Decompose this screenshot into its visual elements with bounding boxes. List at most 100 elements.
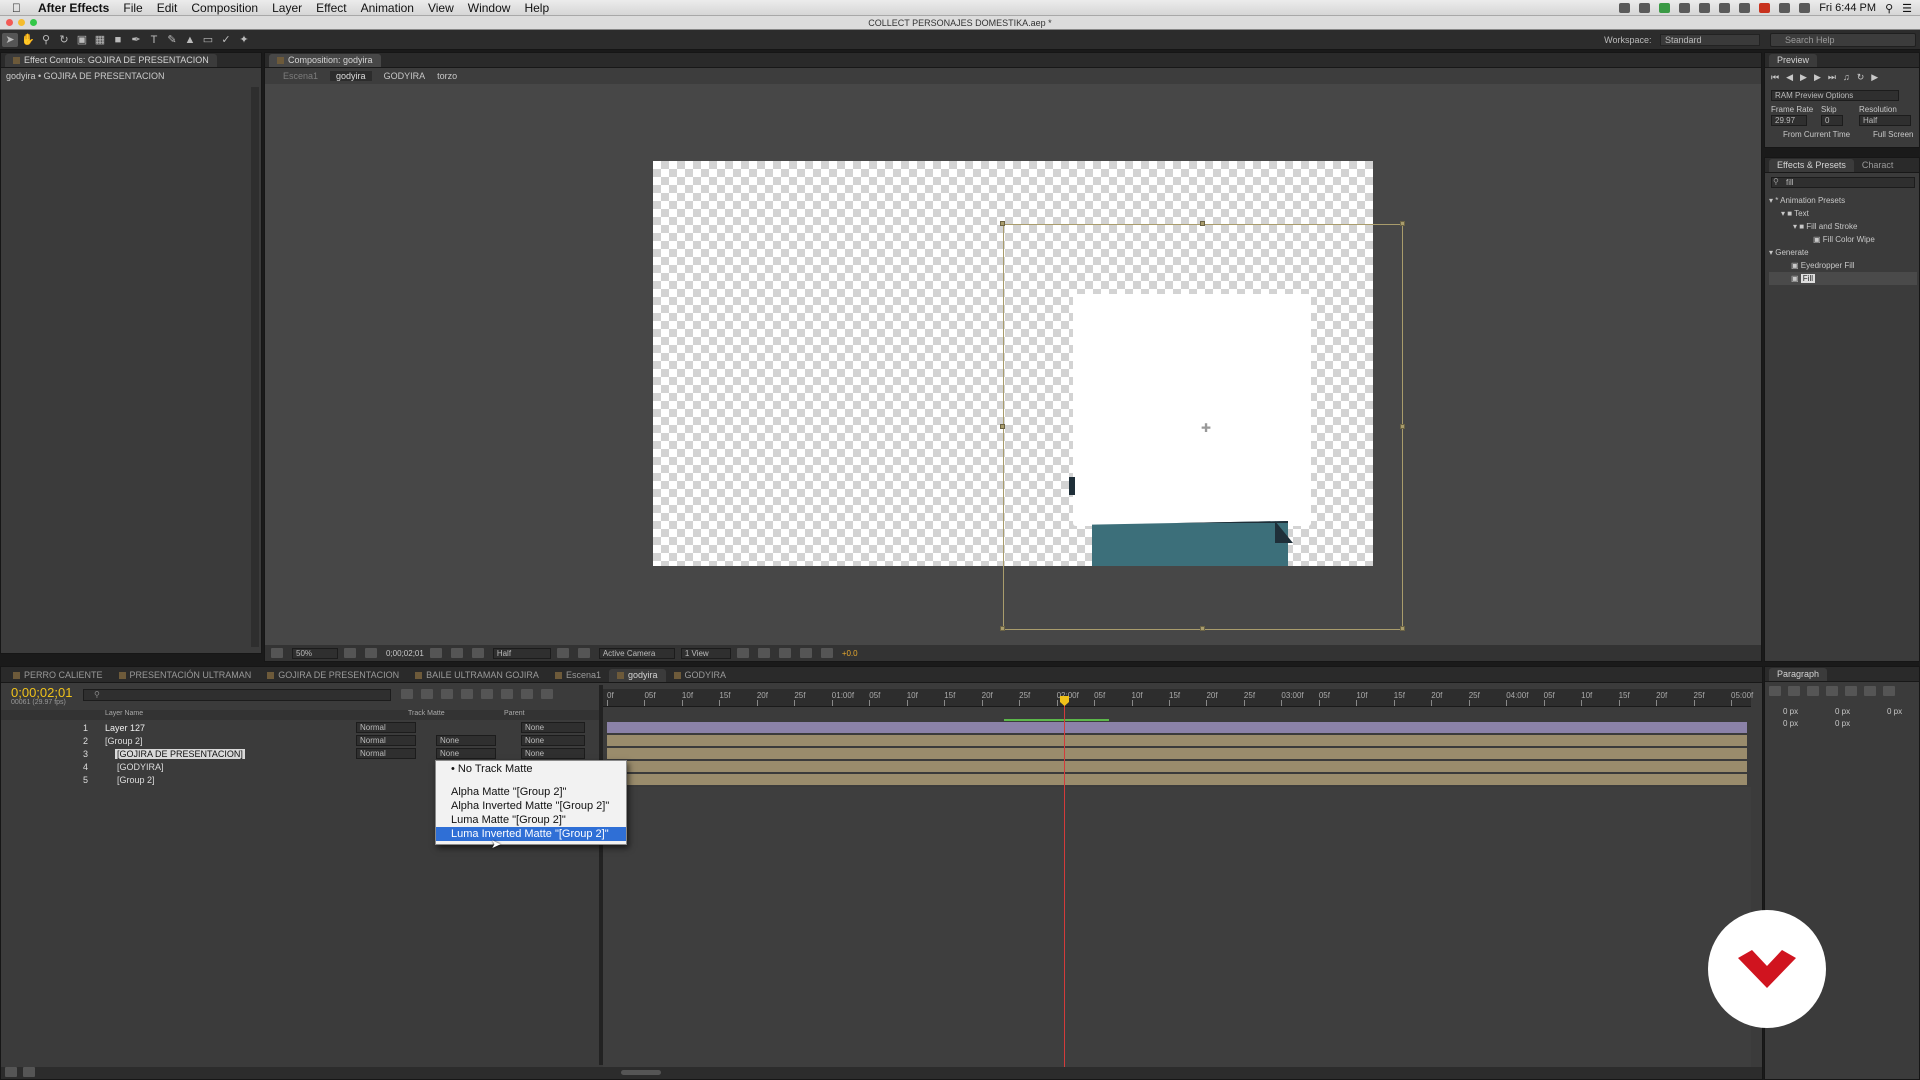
align-center-icon[interactable]: [1788, 686, 1800, 696]
track-matte-header[interactable]: Track Matte: [408, 710, 445, 717]
toggle-modes-icon[interactable]: [22, 1067, 35, 1078]
ram-preview-options-dropdown[interactable]: RAM Preview Options: [1771, 90, 1899, 101]
spotlight-icon[interactable]: ⚲: [1885, 2, 1893, 15]
text-tool-icon[interactable]: T: [146, 33, 162, 47]
tree-item-text[interactable]: ▾ ■ Text: [1769, 207, 1917, 220]
tab-timeline-gojira-presentacion[interactable]: GOJIRA DE PRESENTACION: [259, 669, 407, 682]
layer-name[interactable]: [Group 2]: [117, 775, 155, 785]
frame-rate-dropdown[interactable]: 29.97: [1771, 115, 1807, 126]
record-icon[interactable]: [1619, 3, 1631, 13]
first-frame-icon[interactable]: ⏮: [1771, 72, 1779, 83]
view-layout-dropdown[interactable]: 1 View: [680, 647, 731, 659]
transform-handle[interactable]: [1400, 221, 1405, 226]
apple-icon[interactable]: : [12, 1, 32, 15]
brainstorm-icon[interactable]: [501, 689, 513, 699]
region-of-interest-icon[interactable]: [556, 648, 569, 658]
indent-left-value[interactable]: 0 px: [1783, 707, 1798, 716]
tree-item-fill-color-wipe[interactable]: ▣ Fill Color Wipe: [1769, 233, 1917, 246]
tab-paragraph[interactable]: Paragraph: [1769, 668, 1828, 681]
space-before-value[interactable]: 0 px: [1783, 719, 1798, 728]
clone-stamp-tool-icon[interactable]: ▲: [182, 33, 198, 47]
auto-keyframe-icon[interactable]: [521, 689, 533, 699]
menu-help[interactable]: Help: [524, 1, 549, 15]
transform-handle[interactable]: [1000, 221, 1005, 226]
layer-duration-bar[interactable]: [607, 774, 1747, 785]
full-screen-checkbox[interactable]: Full Screen: [1873, 130, 1913, 139]
breadcrumb-item[interactable]: Escena1: [283, 71, 318, 81]
current-time-display[interactable]: 0;00;02;01: [11, 685, 72, 700]
menu-item-no-track-matte[interactable]: • No Track Matte: [436, 762, 626, 776]
ram-preview-icon[interactable]: ▶: [1871, 72, 1878, 83]
layer-duration-bar[interactable]: [607, 748, 1747, 759]
wifi-icon[interactable]: [1799, 3, 1811, 13]
pan-behind-tool-icon[interactable]: ▦: [92, 33, 108, 47]
bluetooth-icon[interactable]: [1779, 3, 1791, 13]
layer-bounding-box[interactable]: [1003, 224, 1403, 630]
audio-icon[interactable]: ♫: [1843, 72, 1850, 83]
workspace-dropdown[interactable]: Standard: [1660, 34, 1760, 46]
volume-icon[interactable]: [1719, 3, 1731, 13]
menu-composition[interactable]: Composition: [191, 1, 258, 15]
always-preview-icon[interactable]: [271, 648, 283, 658]
tree-item-fill-and-stroke[interactable]: ▾ ■ Fill and Stroke: [1769, 220, 1917, 233]
justify-last-right-icon[interactable]: [1864, 686, 1876, 696]
menubar-clock[interactable]: Fri 6:44 PM: [1819, 2, 1876, 14]
effects-search-input[interactable]: fill: [1771, 177, 1915, 188]
flag-icon[interactable]: [1759, 3, 1771, 13]
battery-icon[interactable]: [1739, 3, 1751, 13]
breadcrumb-item-active[interactable]: godyira: [330, 71, 372, 81]
blend-mode-dropdown[interactable]: Normal: [356, 748, 416, 759]
flowchart-icon[interactable]: [799, 648, 812, 658]
last-frame-icon[interactable]: ⏭: [1828, 72, 1836, 83]
dropbox-icon[interactable]: [1639, 3, 1651, 13]
draft-3d-icon[interactable]: [421, 689, 433, 699]
shy-icon[interactable]: [441, 689, 453, 699]
app-menu[interactable]: After Effects: [38, 1, 109, 15]
motion-blur-icon[interactable]: [481, 689, 493, 699]
track-matte-dropdown[interactable]: None: [436, 735, 496, 746]
timeline-search-input[interactable]: ⚲: [83, 689, 391, 701]
close-window-button[interactable]: [6, 19, 13, 26]
zoom-tool-icon[interactable]: ⚲: [38, 33, 54, 47]
transform-handle[interactable]: [1200, 626, 1205, 631]
layer-name[interactable]: [Group 2]: [105, 736, 143, 746]
rectangle-tool-icon[interactable]: ■: [110, 33, 126, 47]
layer-row-selected[interactable]: 3 [GOJIRA DE PRESENTACION] Normal None N…: [1, 748, 601, 760]
breadcrumb-item[interactable]: torzo: [437, 71, 457, 81]
skip-dropdown[interactable]: 0: [1821, 115, 1843, 126]
layer-duration-bar[interactable]: [607, 735, 1747, 746]
transparency-grid-icon[interactable]: [577, 648, 590, 658]
camera-dropdown[interactable]: Active Camera: [598, 647, 675, 659]
layer-duration-bar[interactable]: [607, 761, 1747, 772]
layer-row[interactable]: 2 [Group 2] Normal None None: [1, 735, 601, 747]
exposure-value[interactable]: +0.0: [842, 649, 858, 658]
tab-character[interactable]: Charact: [1854, 159, 1902, 172]
indent-right-value[interactable]: 0 px: [1835, 707, 1850, 716]
pen-tool-icon[interactable]: ✒: [128, 33, 144, 47]
menu-edit[interactable]: Edit: [157, 1, 178, 15]
zoom-dropdown[interactable]: 50%: [292, 647, 338, 659]
layer-name-header[interactable]: Layer Name: [105, 710, 143, 717]
tab-timeline-baile-ultraman[interactable]: BAILE ULTRAMAN GOJIRA: [407, 669, 547, 682]
notification-icon[interactable]: ☰: [1902, 2, 1912, 15]
parent-header[interactable]: Parent: [504, 710, 525, 717]
play-icon[interactable]: ▶: [1800, 72, 1807, 83]
indent-first-value[interactable]: 0 px: [1887, 707, 1902, 716]
toggle-switches-icon[interactable]: [5, 1067, 17, 1078]
tree-item-fill[interactable]: ▣ Fill: [1769, 272, 1917, 285]
tab-preview[interactable]: Preview: [1769, 54, 1818, 67]
show-snapshot-icon[interactable]: [450, 648, 463, 658]
selection-tool-icon[interactable]: ➤: [2, 32, 18, 47]
shield-icon[interactable]: [1679, 3, 1691, 13]
menu-item-alpha-matte[interactable]: Alpha Matte "[Group 2]": [436, 785, 626, 799]
layer-duration-bar[interactable]: [607, 722, 1747, 733]
rotate-tool-icon[interactable]: ↻: [56, 33, 72, 47]
parent-dropdown[interactable]: None: [521, 735, 585, 746]
puppet-tool-icon[interactable]: ✦: [236, 33, 252, 47]
exposure-icon[interactable]: [820, 648, 833, 658]
layer-name[interactable]: [GODYIRA]: [117, 762, 164, 772]
tab-effects-presets[interactable]: Effects & Presets: [1769, 159, 1854, 172]
status-icon[interactable]: [1659, 3, 1671, 13]
panel-divider[interactable]: [599, 685, 603, 1065]
menu-window[interactable]: Window: [468, 1, 511, 15]
